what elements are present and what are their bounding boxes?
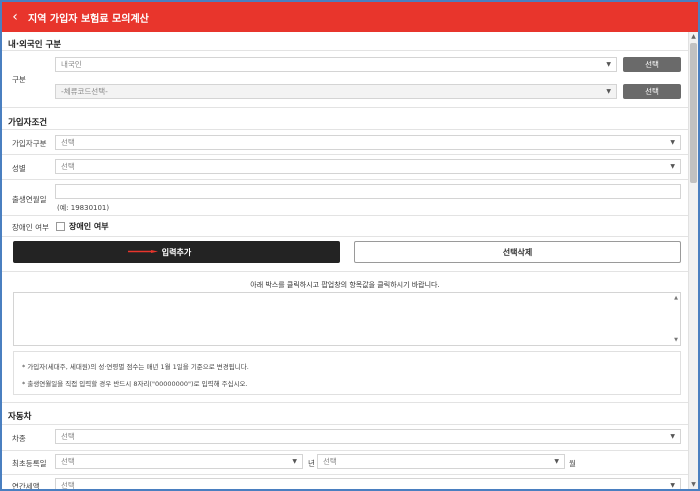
caret-down-icon: ▼ <box>670 163 675 170</box>
scrollbar-thumb[interactable] <box>690 43 697 183</box>
caret-down-icon: ▼ <box>670 482 675 489</box>
birth-hint: (예: 19830101) <box>57 204 110 212</box>
section-title-member: 가입자조건 <box>8 118 48 128</box>
stay-code-select-value: -체류코드선택- <box>61 87 108 96</box>
divider <box>2 474 688 475</box>
nationality-select-value: 내국인 <box>61 60 82 69</box>
caret-down-icon[interactable]: ▼ <box>674 337 678 343</box>
section-title-nationality: 내·외국인 구분 <box>8 40 62 50</box>
annual-tax-select[interactable]: 선택 ▼ <box>55 478 681 489</box>
birth-input[interactable] <box>55 184 681 199</box>
notes-box: * 가입자(세대주, 세대원)의 성·연령별 점수는 매년 1월 1일을 기준으… <box>13 351 681 395</box>
member-type-select[interactable]: 선택 ▼ <box>55 135 681 150</box>
divider <box>2 402 688 403</box>
disability-label: 장애인 여부 <box>12 223 49 232</box>
member-list-box[interactable]: ▲ ▼ <box>13 292 681 346</box>
year-unit: 년 <box>308 459 315 468</box>
member-type-select-value: 선택 <box>61 138 75 147</box>
caret-down-icon: ▼ <box>554 458 559 465</box>
divider <box>2 50 688 51</box>
divider <box>2 107 688 108</box>
divider <box>2 215 688 216</box>
divider <box>2 129 688 130</box>
chevron-left-icon: ‹ <box>12 9 18 25</box>
delete-selected-button[interactable]: 선택삭제 <box>354 241 681 263</box>
registration-year-select[interactable]: 선택 ▼ <box>55 454 303 469</box>
birth-label: 출생연월일 <box>12 195 47 204</box>
stay-code-select[interactable]: -체류코드선택- ▼ <box>55 84 617 99</box>
arrow-right-icon <box>128 250 158 253</box>
note-item: * 출생연월일을 직접 입력할 경우 반드시 8자리("00000000")로 … <box>22 380 248 388</box>
car-type-select[interactable]: 선택 ▼ <box>55 429 681 444</box>
registration-month-select[interactable]: 선택 ▼ <box>317 454 565 469</box>
app-window: ‹ 지역 가입자 보험료 모의계산 내·외국인 구분 구분 내국인 ▼ 선택 -… <box>0 0 700 491</box>
divider <box>2 271 688 272</box>
add-input-button[interactable]: 입력추가 <box>13 241 340 263</box>
gender-select[interactable]: 선택 ▼ <box>55 159 681 174</box>
car-type-select-value: 선택 <box>61 432 75 441</box>
annual-tax-label: 연간세액 <box>12 482 40 489</box>
registration-year-select-value: 선택 <box>61 457 75 466</box>
main-content: 내·외국인 구분 구분 내국인 ▼ 선택 -체류코드선택- ▼ 선택 가입자조건… <box>2 32 688 489</box>
disability-checkbox[interactable] <box>56 222 65 231</box>
caret-down-icon[interactable]: ▼ <box>689 480 698 489</box>
annual-tax-select-value: 선택 <box>61 481 75 489</box>
button-label: 선택삭제 <box>502 247 533 257</box>
gender-label: 성별 <box>12 164 26 173</box>
button-label: 선택 <box>645 60 659 69</box>
page-scrollbar[interactable]: ▲ ▼ <box>688 32 698 489</box>
first-registration-label: 최초등록일 <box>12 459 47 468</box>
note-item: * 가입자(세대주, 세대원)의 성·연령별 점수는 매년 1월 1일을 기준으… <box>22 363 249 371</box>
divider <box>2 450 688 451</box>
member-type-label: 가입자구분 <box>12 139 47 148</box>
nationality-label: 구분 <box>12 75 26 84</box>
car-type-label: 차종 <box>12 434 26 443</box>
caret-down-icon: ▼ <box>670 139 675 146</box>
page-title: 지역 가입자 보험료 모의계산 <box>28 13 149 25</box>
divider <box>2 154 688 155</box>
registration-month-select-value: 선택 <box>323 457 337 466</box>
caret-up-icon[interactable]: ▲ <box>674 295 678 301</box>
divider <box>2 179 688 180</box>
stay-code-select-button[interactable]: 선택 <box>623 84 681 99</box>
nationality-select[interactable]: 내국인 ▼ <box>55 57 617 72</box>
divider <box>2 424 688 425</box>
back-button[interactable]: ‹ <box>4 2 26 32</box>
button-label: 선택 <box>645 87 659 96</box>
app-header: ‹ 지역 가입자 보험료 모의계산 <box>2 2 698 32</box>
instruction-text: 아래 박스를 클릭하시고 팝업창의 항목값을 클릭하시기 바랍니다. <box>250 281 440 289</box>
section-title-car: 자동차 <box>8 412 32 422</box>
divider <box>2 236 688 237</box>
caret-down-icon: ▼ <box>670 433 675 440</box>
caret-down-icon: ▼ <box>606 88 611 95</box>
disability-checkbox-label[interactable]: 장애인 여부 <box>69 221 109 232</box>
caret-up-icon[interactable]: ▲ <box>689 32 698 41</box>
month-unit: 월 <box>569 459 576 468</box>
gender-select-value: 선택 <box>61 162 75 171</box>
caret-down-icon: ▼ <box>292 458 297 465</box>
button-label: 입력추가 <box>161 247 192 257</box>
caret-down-icon: ▼ <box>606 61 611 68</box>
nationality-select-button[interactable]: 선택 <box>623 57 681 72</box>
